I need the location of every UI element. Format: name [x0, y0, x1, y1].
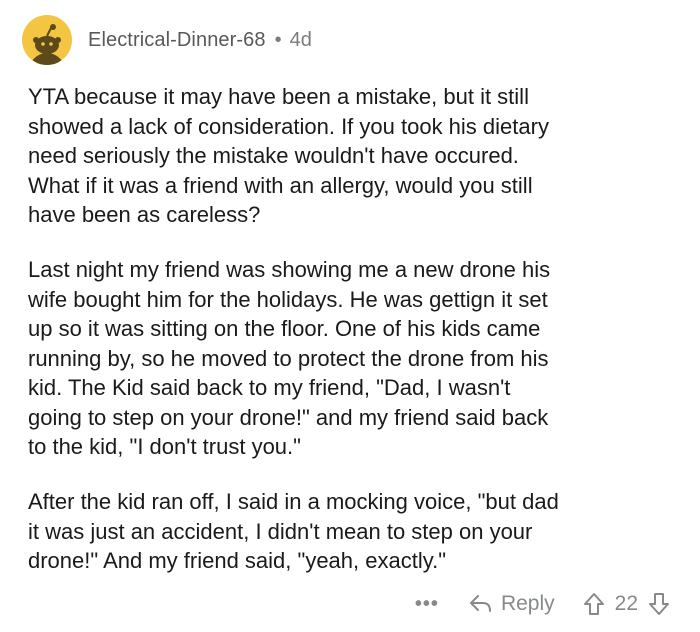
reply-arrow-icon: [469, 595, 491, 612]
vote-control: 22: [583, 592, 670, 616]
comment-header: Electrical-Dinner-68 • 4d: [22, 14, 312, 66]
meta-separator: •: [274, 28, 282, 51]
vote-score: 22: [614, 592, 638, 615]
comment-action-bar: ••• Reply 22: [415, 586, 670, 622]
snoo-avatar-icon[interactable]: [22, 15, 72, 65]
comment-paragraph: YTA because it may have been a mistake, …: [28, 84, 549, 227]
reply-label: Reply: [500, 592, 555, 615]
reply-button[interactable]: Reply: [469, 592, 555, 616]
upvote-arrow-icon[interactable]: [583, 592, 605, 616]
more-options-button[interactable]: •••: [415, 593, 439, 616]
downvote-arrow-icon[interactable]: [648, 592, 670, 616]
comment-paragraph: After the kid ran off, I said in a mocki…: [28, 489, 559, 573]
comment-paragraph: Last night my friend was showing me a ne…: [28, 257, 551, 459]
author-username[interactable]: Electrical-Dinner-68: [88, 29, 266, 52]
comment-card: Electrical-Dinner-68 • 4d YTA because it…: [0, 0, 700, 632]
comment-age: 4d: [289, 28, 312, 51]
